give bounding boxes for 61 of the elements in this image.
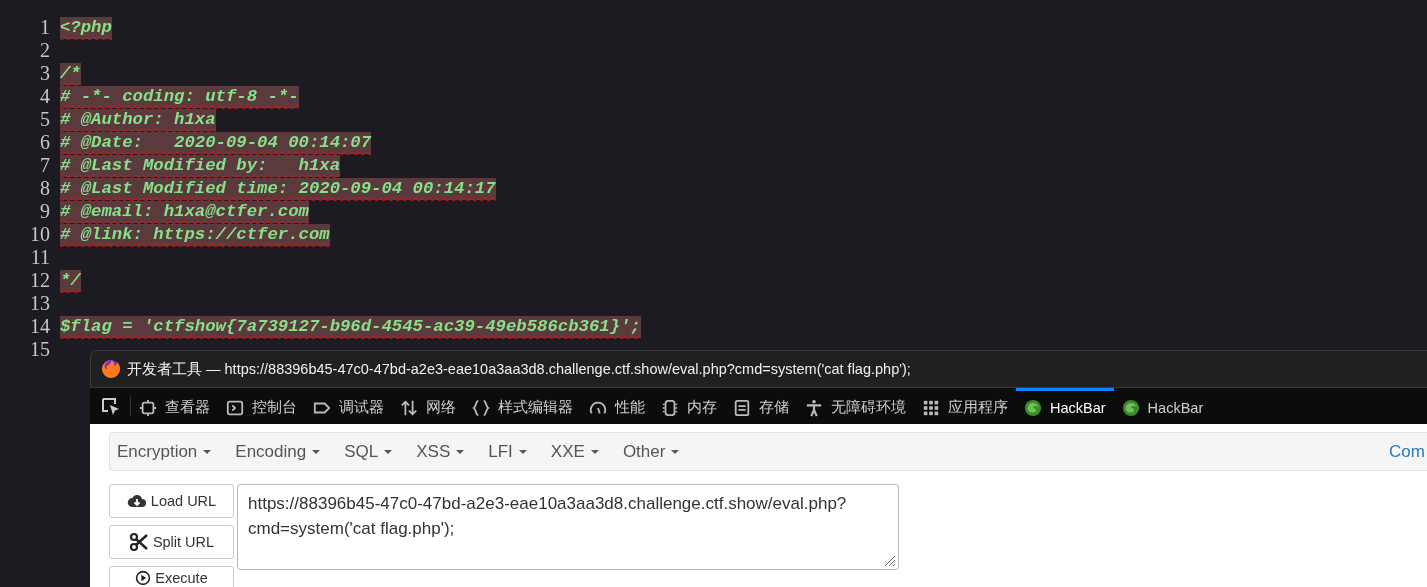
resize-grip-icon[interactable]	[884, 555, 896, 567]
menu-dropdown[interactable]: Encoding	[235, 441, 333, 462]
menu-dropdown[interactable]: XXE	[550, 441, 611, 462]
inspector-icon	[139, 398, 157, 417]
caret-icon	[312, 449, 321, 454]
chip-icon	[661, 398, 679, 417]
line-number: 2	[39, 39, 51, 62]
storage-icon	[733, 398, 751, 417]
network-arrows-icon	[400, 398, 418, 417]
menu-dropdown[interactable]: XSS	[416, 441, 477, 462]
hackbar-button[interactable]: Split URL	[109, 525, 234, 559]
person-icon	[805, 398, 823, 417]
menu-dropdown[interactable]: Other	[622, 441, 692, 462]
braces-icon	[472, 398, 490, 417]
caret-icon	[384, 449, 393, 454]
line-number: 8	[39, 177, 51, 200]
devtools-tab[interactable]: 性能	[581, 388, 653, 424]
hackbar-button[interactable]: Load URL	[109, 484, 234, 518]
line-number: 11	[29, 246, 51, 269]
caret-icon	[671, 449, 680, 454]
line-number: 9	[39, 200, 51, 223]
devtools-tab[interactable]: 存储	[725, 388, 797, 424]
devtools-tab[interactable]: 内存	[653, 388, 725, 424]
menu-dropdown[interactable]: Com	[1389, 441, 1425, 462]
devtools-tab[interactable]: 应用程序	[914, 388, 1016, 424]
line-number: 12	[29, 269, 51, 292]
line-number: 5	[39, 108, 51, 131]
play-circle-icon	[135, 570, 152, 586]
caret-icon	[456, 449, 465, 454]
globe-icon	[1121, 398, 1140, 417]
line-number: 3	[39, 62, 51, 85]
line-number: 13	[29, 292, 51, 315]
url-field[interactable]: https://88396b45-47c0-47bd-a2e3-eae10a3aa3d8.challenge.ctf.show/eval.php?cmd=system('cat flag.php');	[237, 484, 899, 570]
globe-icon	[1024, 398, 1042, 417]
console-icon	[226, 398, 244, 417]
line-number: 4	[39, 85, 51, 108]
caret-icon	[518, 449, 527, 454]
line-number: 14	[29, 315, 51, 338]
devtools-tab[interactable]: 网络	[392, 388, 464, 424]
grid-icon	[922, 398, 940, 417]
devtools-tab[interactable]: 调试器	[305, 388, 392, 424]
caret-icon	[203, 449, 212, 454]
line-number: 7	[39, 154, 51, 177]
element-picker-icon[interactable]	[100, 396, 120, 416]
menu-dropdown[interactable]: Encryption	[117, 441, 224, 462]
devtools-tab[interactable]: 无障碍环境	[797, 388, 914, 424]
line-number: 6	[39, 131, 51, 154]
line-number: 1	[39, 16, 51, 39]
fox-logo-icon	[101, 359, 121, 379]
devtools-tab[interactable]: 控制台	[218, 388, 305, 424]
window-title: 开发者工具 — https://88396b45-47c0-47bd-a2e3-eae10a3aa3d8.challenge.ctf.show/eval.php?cmd=system('cat flag.php');	[127, 359, 911, 379]
line-number: 10	[29, 223, 51, 246]
hackbar-button[interactable]: Execute	[109, 566, 234, 587]
scissors-icon	[128, 532, 149, 552]
devtools-tab[interactable]: HackBar	[1113, 388, 1212, 424]
line-number: 15	[29, 338, 51, 361]
devtools-tab[interactable]: 样式编辑器	[464, 388, 581, 424]
menu-dropdown[interactable]: LFI	[488, 441, 539, 462]
caret-icon	[590, 449, 599, 454]
menu-dropdown[interactable]: SQL	[344, 441, 405, 462]
devtools-tab[interactable]: 查看器	[131, 388, 218, 424]
